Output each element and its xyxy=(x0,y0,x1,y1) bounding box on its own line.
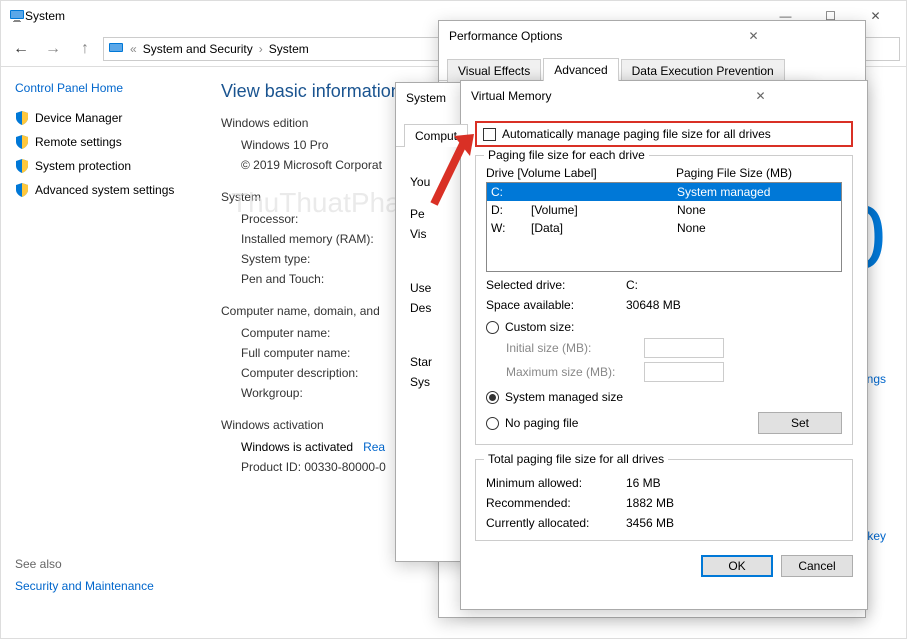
auto-manage-label: Automatically manage paging file size fo… xyxy=(502,127,771,141)
sidebar-label: System protection xyxy=(35,159,131,173)
selected-drive-label: Selected drive: xyxy=(486,278,626,292)
chevron-icon: « xyxy=(130,42,137,56)
set-button[interactable]: Set xyxy=(758,412,842,434)
highlight-annotation: Automatically manage paging file size fo… xyxy=(475,121,853,147)
size-header: Paging File Size (MB) xyxy=(676,166,792,180)
sidebar: Control Panel Home Device Manager Remote… xyxy=(1,67,201,638)
max-size-label: Maximum size (MB): xyxy=(506,365,636,379)
sidebar-item-remote-settings[interactable]: Remote settings xyxy=(15,135,191,149)
sidebar-item-system-protection[interactable]: System protection xyxy=(15,159,191,173)
tab-dep[interactable]: Data Execution Prevention xyxy=(621,59,785,82)
initial-size-input[interactable] xyxy=(644,338,724,358)
custom-size-label: Custom size: xyxy=(505,320,574,334)
dialog-titlebar: Virtual Memory ✕ xyxy=(461,81,867,111)
system-icon xyxy=(9,8,25,24)
control-panel-home-link[interactable]: Control Panel Home xyxy=(15,81,191,95)
space-label: Space available: xyxy=(486,298,626,312)
sidebar-label: Device Manager xyxy=(35,111,122,125)
tab-advanced[interactable]: Advanced xyxy=(543,58,618,81)
system-managed-label: System managed size xyxy=(505,390,623,404)
cur-label: Currently allocated: xyxy=(486,516,626,530)
min-label: Minimum allowed: xyxy=(486,476,626,490)
read-link[interactable]: Rea xyxy=(363,440,385,454)
ok-button[interactable]: OK xyxy=(701,555,773,577)
close-icon[interactable]: ✕ xyxy=(652,29,855,43)
selected-drive-value: C: xyxy=(626,278,638,292)
drive-row[interactable]: C:System managed xyxy=(487,183,841,201)
auto-manage-checkbox[interactable] xyxy=(483,128,496,141)
shield-icon xyxy=(15,135,29,149)
rec-label: Recommended: xyxy=(486,496,626,510)
min-value: 16 MB xyxy=(626,476,661,490)
max-size-input[interactable] xyxy=(644,362,724,382)
dialog-title: Performance Options xyxy=(449,29,652,43)
forward-button[interactable]: → xyxy=(39,35,67,63)
security-maintenance-link[interactable]: Security and Maintenance xyxy=(15,579,191,593)
tab-visual-effects[interactable]: Visual Effects xyxy=(447,59,541,82)
group-label: Total paging file size for all drives xyxy=(484,452,668,466)
total-paging-group: Total paging file size for all drives Mi… xyxy=(475,459,853,541)
close-icon[interactable]: ✕ xyxy=(664,89,857,103)
tab-strip: Visual Effects Advanced Data Execution P… xyxy=(439,57,865,81)
drive-row[interactable]: W:[Data]None xyxy=(487,219,841,237)
virtual-memory-dialog: Virtual Memory ✕ Automatically manage pa… xyxy=(460,80,868,610)
breadcrumb-item[interactable]: System and Security xyxy=(143,42,253,56)
group-label: Paging file size for each drive xyxy=(484,148,649,162)
drive-header: Drive [Volume Label] xyxy=(486,166,676,180)
system-managed-radio[interactable] xyxy=(486,391,499,404)
monitor-icon xyxy=(108,41,124,57)
dialog-title: Virtual Memory xyxy=(471,89,664,103)
custom-size-radio[interactable] xyxy=(486,321,499,334)
sidebar-label: Remote settings xyxy=(35,135,122,149)
drive-row[interactable]: D:[Volume]None xyxy=(487,201,841,219)
sidebar-item-device-manager[interactable]: Device Manager xyxy=(15,111,191,125)
see-also-label: See also xyxy=(15,557,191,571)
paging-file-group: Paging file size for each drive Drive [V… xyxy=(475,155,853,445)
back-button[interactable]: ← xyxy=(7,35,35,63)
up-button[interactable]: ↑ xyxy=(71,35,99,63)
shield-icon xyxy=(15,111,29,125)
shield-icon xyxy=(15,159,29,173)
arrow-annotation xyxy=(426,130,476,210)
space-value: 30648 MB xyxy=(626,298,681,312)
shield-icon xyxy=(15,183,29,197)
initial-size-label: Initial size (MB): xyxy=(506,341,636,355)
chevron-right-icon: › xyxy=(259,42,263,56)
rec-value: 1882 MB xyxy=(626,496,674,510)
dialog-titlebar: Performance Options ✕ xyxy=(439,21,865,51)
no-paging-label: No paging file xyxy=(505,416,578,430)
sidebar-label: Advanced system settings xyxy=(35,183,174,197)
cur-value: 3456 MB xyxy=(626,516,674,530)
sidebar-item-advanced-system-settings[interactable]: Advanced system settings xyxy=(15,183,191,197)
no-paging-radio[interactable] xyxy=(486,417,499,430)
cancel-button[interactable]: Cancel xyxy=(781,555,853,577)
breadcrumb-item[interactable]: System xyxy=(269,42,309,56)
drive-listbox[interactable]: C:System managed D:[Volume]None W:[Data]… xyxy=(486,182,842,272)
